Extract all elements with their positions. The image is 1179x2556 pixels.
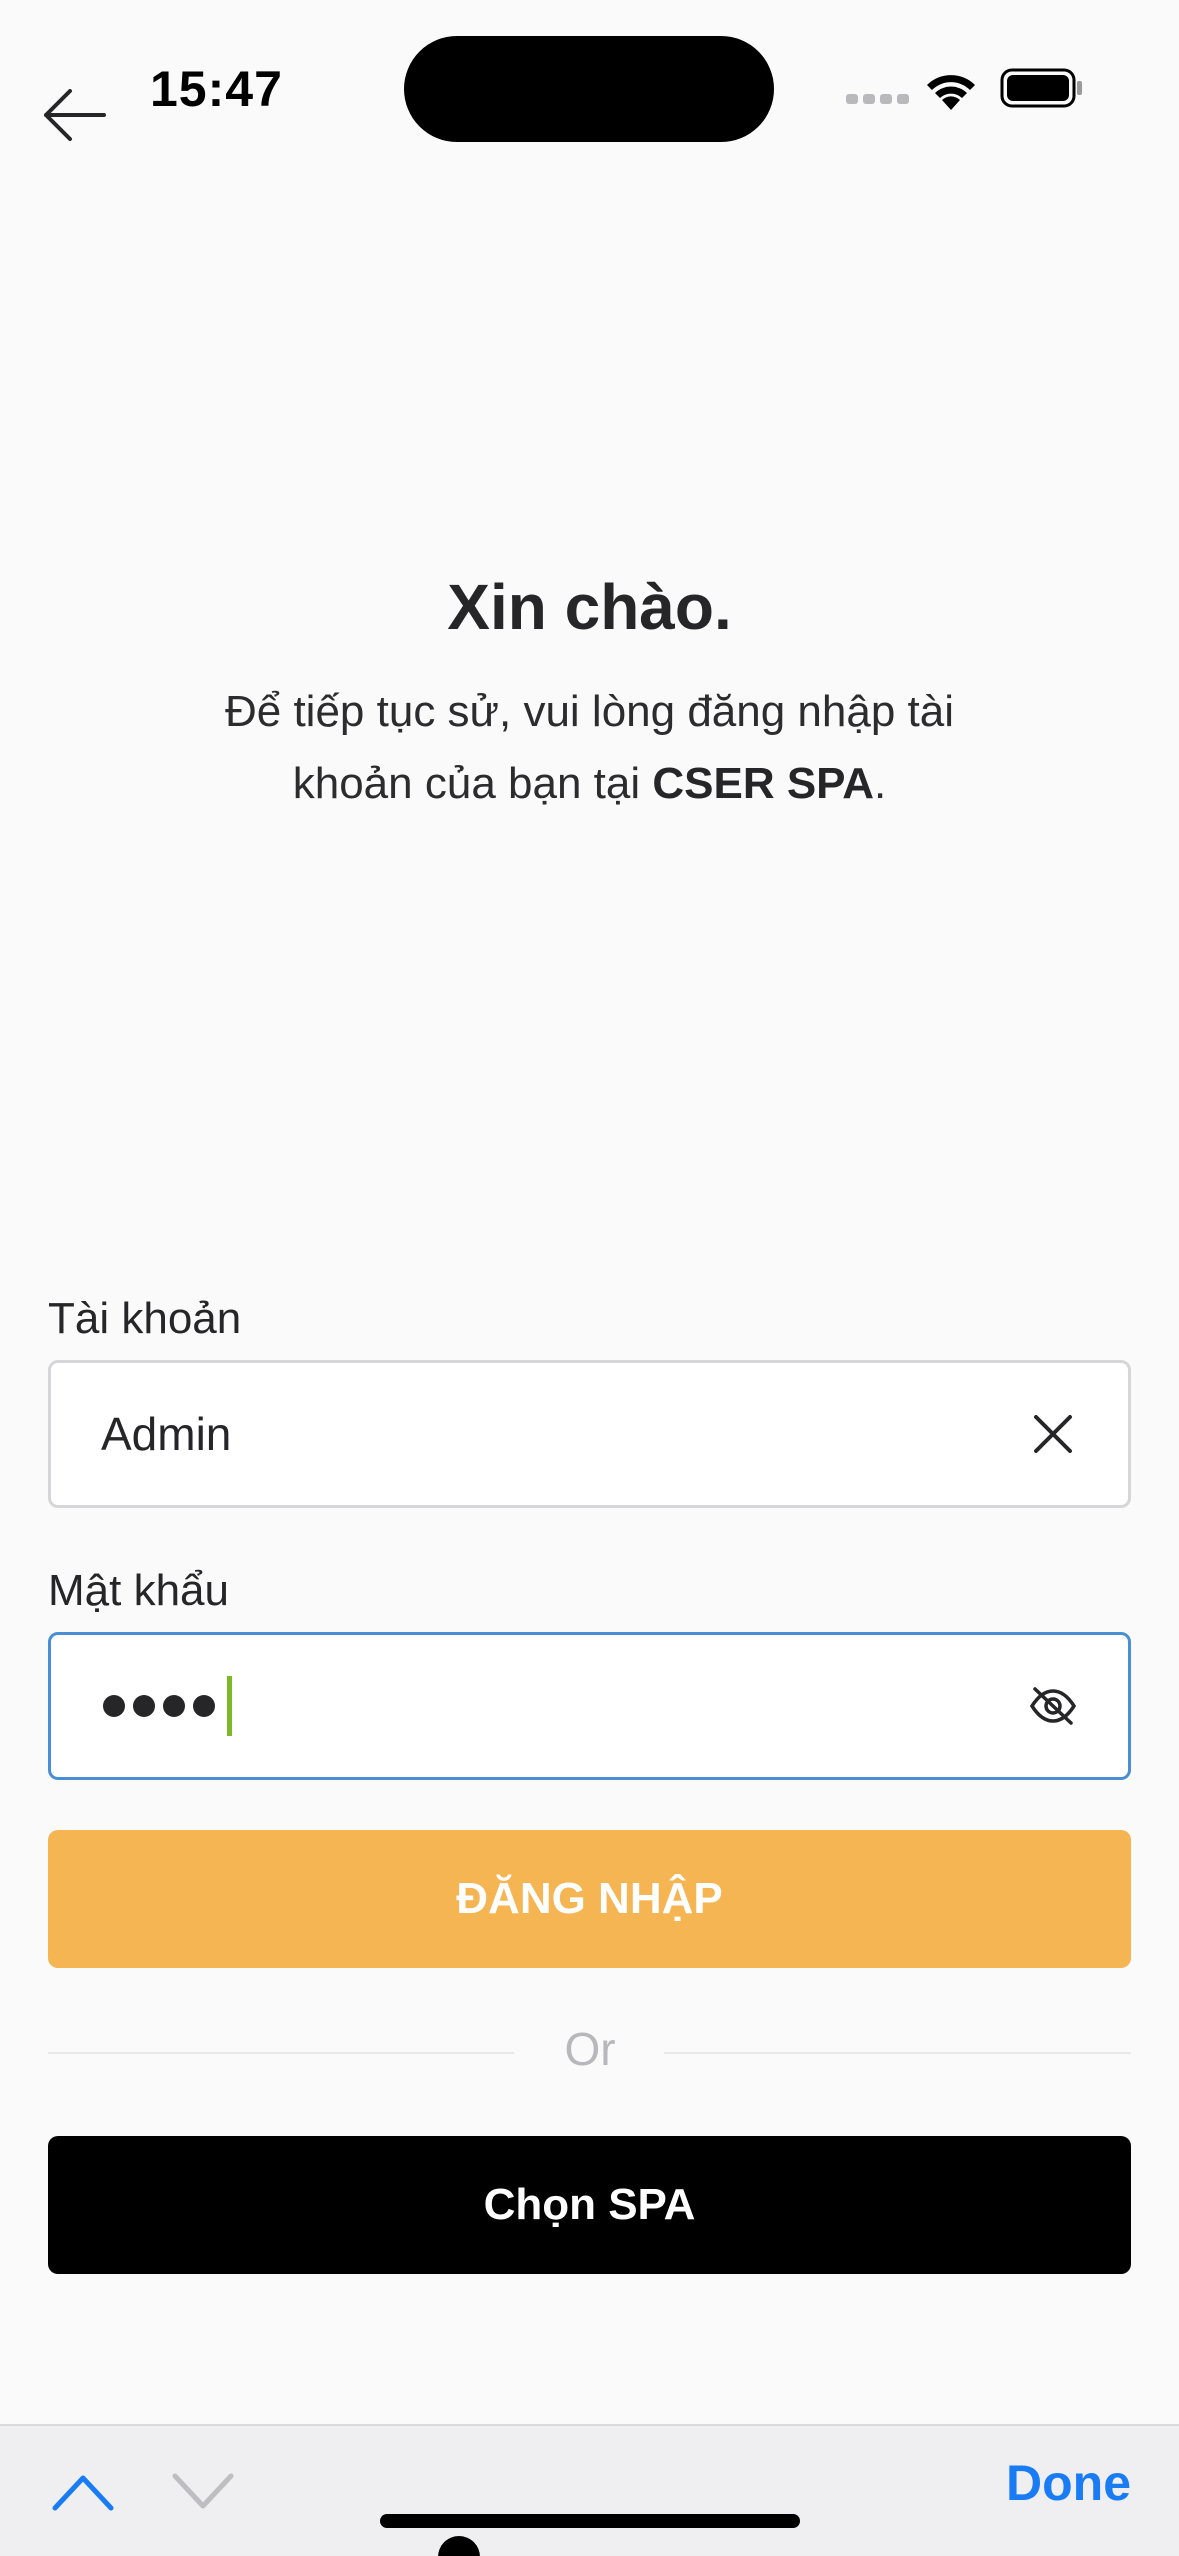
username-label: Tài khoản bbox=[48, 1294, 242, 1343]
subtitle-prefix: khoản của bạn tại bbox=[292, 759, 653, 808]
password-masked-value bbox=[103, 1635, 232, 1777]
arrow-left-icon bbox=[44, 89, 106, 141]
chevron-up-icon bbox=[52, 2475, 114, 2511]
close-icon bbox=[1034, 1415, 1072, 1453]
keyboard-accessory-toolbar: Done bbox=[0, 2424, 1179, 2556]
subtitle-suffix: . bbox=[874, 759, 887, 808]
page-title: Xin chào. bbox=[447, 571, 732, 643]
status-time: 15:47 bbox=[150, 61, 283, 117]
next-field-button[interactable] bbox=[170, 2466, 236, 2516]
previous-field-button[interactable] bbox=[50, 2466, 116, 2516]
divider-right bbox=[664, 2052, 1131, 2054]
subtitle-line-2: khoản của bạn tại CSER SPA. bbox=[170, 748, 1009, 820]
brand-name: CSER SPA bbox=[652, 759, 875, 808]
home-indicator[interactable] bbox=[380, 2514, 800, 2528]
username-value: Admin bbox=[101, 1408, 232, 1460]
clear-button[interactable] bbox=[1016, 1397, 1090, 1471]
page-subtitle: Để tiếp tục sử, vui lòng đăng nhập tài k… bbox=[170, 676, 1009, 820]
cellular-signal-icon bbox=[846, 94, 909, 104]
choose-spa-button[interactable]: Chọn SPA bbox=[48, 2136, 1131, 2274]
eye-off-icon bbox=[1029, 1687, 1077, 1725]
battery-icon bbox=[1000, 68, 1082, 108]
wifi-icon bbox=[927, 75, 975, 110]
divider-left bbox=[48, 2052, 514, 2054]
chevron-down-icon bbox=[172, 2473, 234, 2509]
dynamic-island bbox=[404, 36, 774, 142]
done-button[interactable]: Done bbox=[1006, 2454, 1131, 2512]
username-field[interactable]: Admin bbox=[48, 1360, 1131, 1508]
password-label: Mật khẩu bbox=[48, 1566, 229, 1615]
toggle-password-visibility-button[interactable] bbox=[1016, 1669, 1090, 1743]
login-screen: 15:47 Xin chào. Để tiếp tục sử, vui lòng… bbox=[0, 0, 1179, 2556]
login-button[interactable]: ĐĂNG NHẬP bbox=[48, 1830, 1131, 1968]
subtitle-line-1: Để tiếp tục sử, vui lòng đăng nhập tài bbox=[224, 687, 955, 736]
text-caret bbox=[227, 1676, 232, 1736]
or-separator: Or bbox=[564, 2023, 616, 2075]
password-field[interactable] bbox=[48, 1632, 1131, 1780]
back-button[interactable] bbox=[36, 82, 112, 148]
